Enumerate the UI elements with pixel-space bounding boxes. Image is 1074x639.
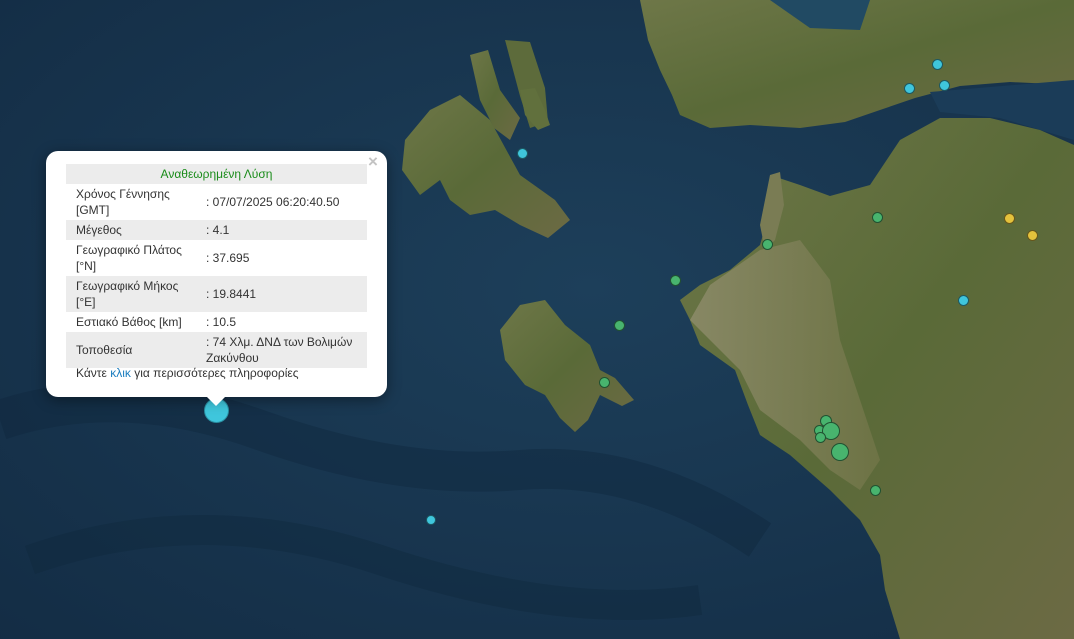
info-value: : 74 Χλμ. ΔΝΔ των Βολιμών Ζακύνθου [204, 332, 367, 368]
info-label: Μέγεθος [66, 220, 204, 240]
earthquake-marker[interactable] [1027, 230, 1038, 241]
info-row-depth: Εστιακό Βάθος [km] : 10.5 [66, 312, 367, 332]
earthquake-marker[interactable] [831, 443, 849, 461]
earthquake-marker[interactable] [426, 515, 436, 525]
popup-close-button[interactable]: × [365, 153, 381, 171]
popup-header-row: Αναθεωρημένη Λύση [66, 164, 367, 184]
more-info-prefix: Κάντε [76, 366, 111, 380]
earthquake-marker[interactable] [599, 377, 610, 388]
earthquake-marker[interactable] [517, 148, 528, 159]
info-row-latitude: Γεωγραφικό Πλάτος [°N] : 37.695 [66, 240, 367, 276]
info-value: : 19.8441 [204, 276, 367, 312]
info-label: Γεωγραφικό Μήκος [°E] [66, 276, 204, 312]
earthquake-marker[interactable] [872, 212, 883, 223]
popup-tip [206, 396, 226, 406]
earthquake-marker[interactable] [904, 83, 915, 94]
earthquake-marker[interactable] [1004, 213, 1015, 224]
earthquake-marker[interactable] [815, 432, 826, 443]
earthquake-info-table: Αναθεωρημένη Λύση Χρόνος Γέννησης [GMT] … [66, 164, 367, 368]
earthquake-marker[interactable] [670, 275, 681, 286]
info-value: : 4.1 [204, 220, 367, 240]
earthquake-marker[interactable] [614, 320, 625, 331]
more-info-link[interactable]: κλικ [110, 366, 131, 380]
info-value: : 37.695 [206, 251, 250, 265]
info-label: Εστιακό Βάθος [km] [76, 315, 182, 329]
info-row-origin-time: Χρόνος Γέννησης [GMT] : 07/07/2025 06:20… [66, 184, 367, 220]
earthquake-info-popup: × Αναθεωρημένη Λύση Χρόνος Γέννησης [GMT… [46, 151, 387, 397]
info-label: Τοποθεσία [66, 332, 204, 368]
earthquake-marker[interactable] [870, 485, 881, 496]
earthquake-marker[interactable] [958, 295, 969, 306]
more-info-text: Κάντε κλικ για περισσότερες πληροφορίες [76, 366, 299, 380]
info-value: : 10.5 [206, 315, 237, 329]
more-info-suffix: για περισσότερες πληροφορίες [130, 366, 299, 380]
popup-header: Αναθεωρημένη Λύση [66, 164, 367, 184]
info-row-magnitude: Μέγεθος : 4.1 [66, 220, 367, 240]
info-value: : 07/07/2025 06:20:40.50 [206, 195, 340, 209]
info-label: Χρόνος Γέννησης [GMT] [76, 187, 170, 217]
earthquake-marker[interactable] [939, 80, 950, 91]
info-row-location: Τοποθεσία : 74 Χλμ. ΔΝΔ των Βολιμών Ζακύ… [66, 332, 367, 368]
earthquake-marker[interactable] [932, 59, 943, 70]
earthquake-marker[interactable] [762, 239, 773, 250]
info-label: Γεωγραφικό Πλάτος [°N] [76, 243, 182, 273]
info-row-longitude: Γεωγραφικό Μήκος [°E] : 19.8441 [66, 276, 367, 312]
